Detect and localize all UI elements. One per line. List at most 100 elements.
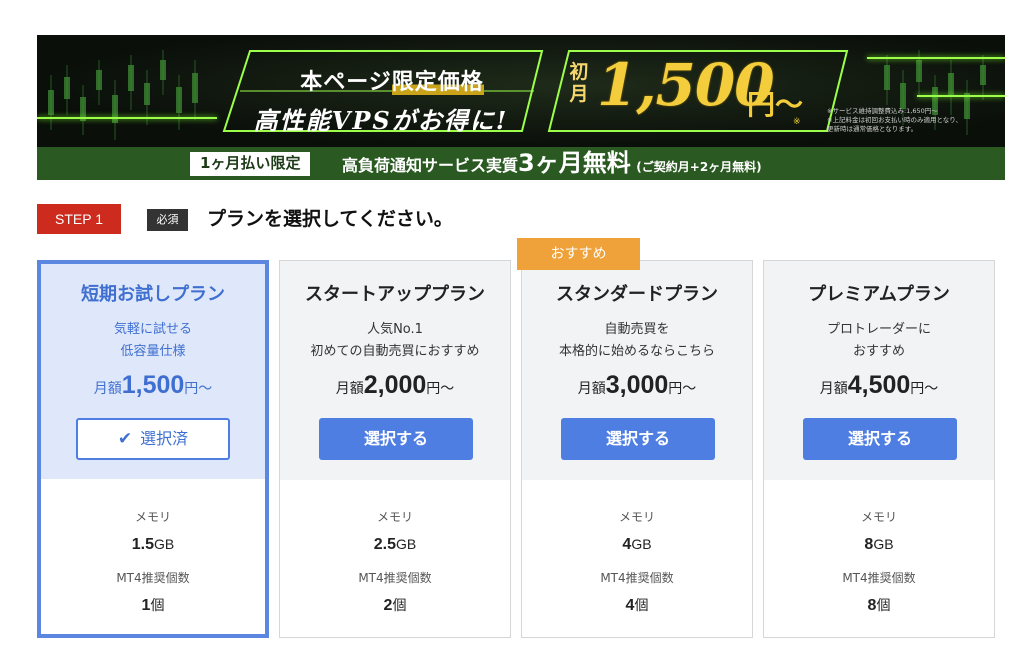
mt4-label: MT4推奨個数: [842, 571, 916, 585]
headline-line2: 高性能VPSがお得に!: [253, 106, 509, 135]
plan-price: 月額4,500円〜: [764, 371, 994, 400]
memory-spec: メモリ 2.5GB: [280, 509, 510, 556]
price-suffix: 円〜: [668, 380, 697, 396]
memory-unit: GB: [631, 536, 652, 552]
price-prefix: 月額: [577, 380, 606, 396]
plan-description-line: 本格的に始めるならこちら: [558, 344, 715, 359]
service-offer-small: (ご契約月+2ヶ月無料): [636, 160, 762, 174]
mt4-unit: 個: [150, 597, 165, 613]
mt4-unit: 個: [392, 597, 407, 613]
mt4-label: MT4推奨個数: [600, 571, 674, 585]
service-offer-pre: 高負荷通知サービス実質: [342, 156, 519, 175]
memory-number: 4: [622, 536, 632, 553]
select-button[interactable]: 選択する: [319, 418, 473, 460]
mt4-spec: MT4推奨個数 8個: [764, 570, 994, 617]
glow-line-right-2: [917, 95, 1005, 97]
promo-price: 初月 1,500 円〜 ※: [547, 49, 852, 133]
memory-label: メモリ: [860, 510, 897, 524]
recommend-tab: おすすめ: [517, 238, 640, 270]
select-button[interactable]: 選択する: [803, 418, 957, 460]
plan-description-line: おすすめ: [852, 344, 905, 359]
price-suffix: 円〜: [184, 380, 213, 396]
memory-value: 4GB: [522, 533, 752, 556]
memory-label: メモリ: [618, 510, 655, 524]
price-number: 3,000: [605, 371, 669, 399]
mt4-value: 4個: [522, 594, 752, 617]
plan-description-line: 人気No.1: [367, 322, 423, 337]
check-icon: ✔: [117, 429, 133, 449]
plan-description: 自動売買を 本格的に始めるならこちら: [522, 319, 752, 363]
plan-description-line: 低容量仕様: [120, 344, 186, 359]
memory-unit: GB: [396, 536, 417, 552]
memory-number: 1.5: [131, 536, 154, 553]
plan-description: 人気No.1 初めての自動売買におすすめ: [280, 319, 510, 363]
memory-unit: GB: [873, 536, 894, 552]
memory-number: 8: [864, 536, 874, 553]
plan-card-premium[interactable]: プレミアムプラン プロトレーダーに おすすめ 月額4,500円〜 選択する メモ…: [763, 260, 995, 638]
memory-spec: メモリ 4GB: [522, 509, 752, 556]
service-offer-text: 高負荷通知サービス実質3ヶ月無料 (ご契約月+2ヶ月無料): [342, 149, 762, 180]
required-badge: 必須: [147, 209, 188, 231]
banner-fineprint: ※サービス維持調整費込み:1,650円〜 ※上記料金は初回お支払い時のみ適用とな…: [827, 107, 1002, 134]
plan-description-line: 自動売買を: [604, 322, 670, 337]
mt4-label: MT4推奨個数: [116, 571, 190, 585]
fineprint-line: ※上記料金は初回お支払い時のみ適用となり、: [827, 116, 962, 124]
step-title: プランを選択してください。: [207, 208, 453, 230]
memory-label: メモリ: [376, 510, 413, 524]
plan-card-upper: 短期お試しプラン 気軽に試せる 低容量仕様 月額1,500円〜 ✔ 選択済: [41, 264, 265, 479]
selected-button-label: 選択済: [140, 429, 189, 448]
price-suffix: 円〜: [910, 380, 939, 396]
plan-price: 月額2,000円〜: [280, 371, 510, 400]
glow-line-left: [37, 117, 217, 119]
memory-label: メモリ: [134, 510, 171, 524]
mt4-spec: MT4推奨個数 2個: [280, 570, 510, 617]
plan-card-trial[interactable]: 短期お試しプラン 気軽に試せる 低容量仕様 月額1,500円〜 ✔ 選択済 メモリ…: [37, 260, 269, 638]
banner-offer-bar: 1ヶ月払い限定 高負荷通知サービス実質3ヶ月無料 (ご契約月+2ヶ月無料): [37, 147, 1005, 180]
plan-description: プロトレーダーに おすすめ: [764, 319, 994, 363]
period-label: 1ヶ月払い限定: [190, 152, 311, 176]
glow-line-right: [867, 57, 1005, 59]
mt4-value: 1個: [41, 594, 265, 617]
mt4-unit: 個: [634, 597, 649, 613]
plan-description-line: 初めての自動売買におすすめ: [310, 344, 480, 359]
promo-banner: 本ページ限定価格 高性能VPSがお得に! 初月 1,500 円〜 ※ ※サービス…: [37, 35, 1005, 180]
price-prefix: 初月: [569, 61, 589, 105]
promo-headline: 本ページ限定価格 高性能VPSがお得に!: [212, 49, 547, 135]
plan-card-startup[interactable]: スタートアッププラン 人気No.1 初めての自動売買におすすめ 月額2,000円…: [279, 260, 511, 638]
plan-name: スタートアッププラン: [305, 284, 485, 305]
service-offer-big: 3ヶ月無料: [518, 149, 631, 177]
memory-value: 2.5GB: [280, 533, 510, 556]
fineprint-line: ※サービス維持調整費込み:1,650円〜: [827, 107, 938, 115]
mt4-spec: MT4推奨個数 4個: [522, 570, 752, 617]
memory-value: 1.5GB: [41, 533, 265, 556]
price-number: 1,500: [121, 371, 185, 399]
memory-number: 2.5: [373, 536, 396, 553]
price-prefix: 月額: [819, 380, 848, 396]
plan-card-upper: スタンダードプラン 自動売買を 本格的に始めるならこちら 月額3,000円〜 選…: [522, 261, 752, 480]
mt4-label: MT4推奨個数: [358, 571, 432, 585]
price-suffix: 円〜: [426, 380, 455, 396]
price-prefix: 月額: [335, 380, 364, 396]
plan-name: 短期お試しプラン: [81, 284, 225, 305]
step-badge: STEP 1: [37, 204, 121, 234]
mt4-value: 8個: [764, 594, 994, 617]
memory-spec: メモリ 1.5GB: [41, 509, 265, 556]
headline-line1-highlight: 限定価格: [391, 69, 484, 95]
mt4-unit: 個: [876, 597, 891, 613]
price-number: 2,000: [363, 371, 427, 399]
plan-description: 気軽に試せる 低容量仕様: [41, 319, 265, 363]
selected-button[interactable]: ✔ 選択済: [76, 418, 230, 460]
memory-unit: GB: [154, 536, 175, 552]
plan-card-standard[interactable]: スタンダードプラン 自動売買を 本格的に始めるならこちら 月額3,000円〜 選…: [521, 260, 753, 638]
mt4-spec: MT4推奨個数 1個: [41, 570, 265, 617]
select-button[interactable]: 選択する: [561, 418, 715, 460]
plan-description-line: 気軽に試せる: [113, 322, 192, 337]
price-number: 4,500: [847, 371, 911, 399]
price-prefix: 月額: [93, 380, 122, 396]
plan-card-upper: プレミアムプラン プロトレーダーに おすすめ 月額4,500円〜 選択する: [764, 261, 994, 480]
headline-line1: 本ページ限定価格: [272, 64, 512, 96]
plan-name: プレミアムプラン: [808, 284, 950, 305]
mt4-value: 2個: [280, 594, 510, 617]
banner-background: 本ページ限定価格 高性能VPSがお得に! 初月 1,500 円〜 ※ ※サービス…: [37, 35, 1005, 147]
plan-description-line: プロトレーダーに: [826, 322, 931, 337]
